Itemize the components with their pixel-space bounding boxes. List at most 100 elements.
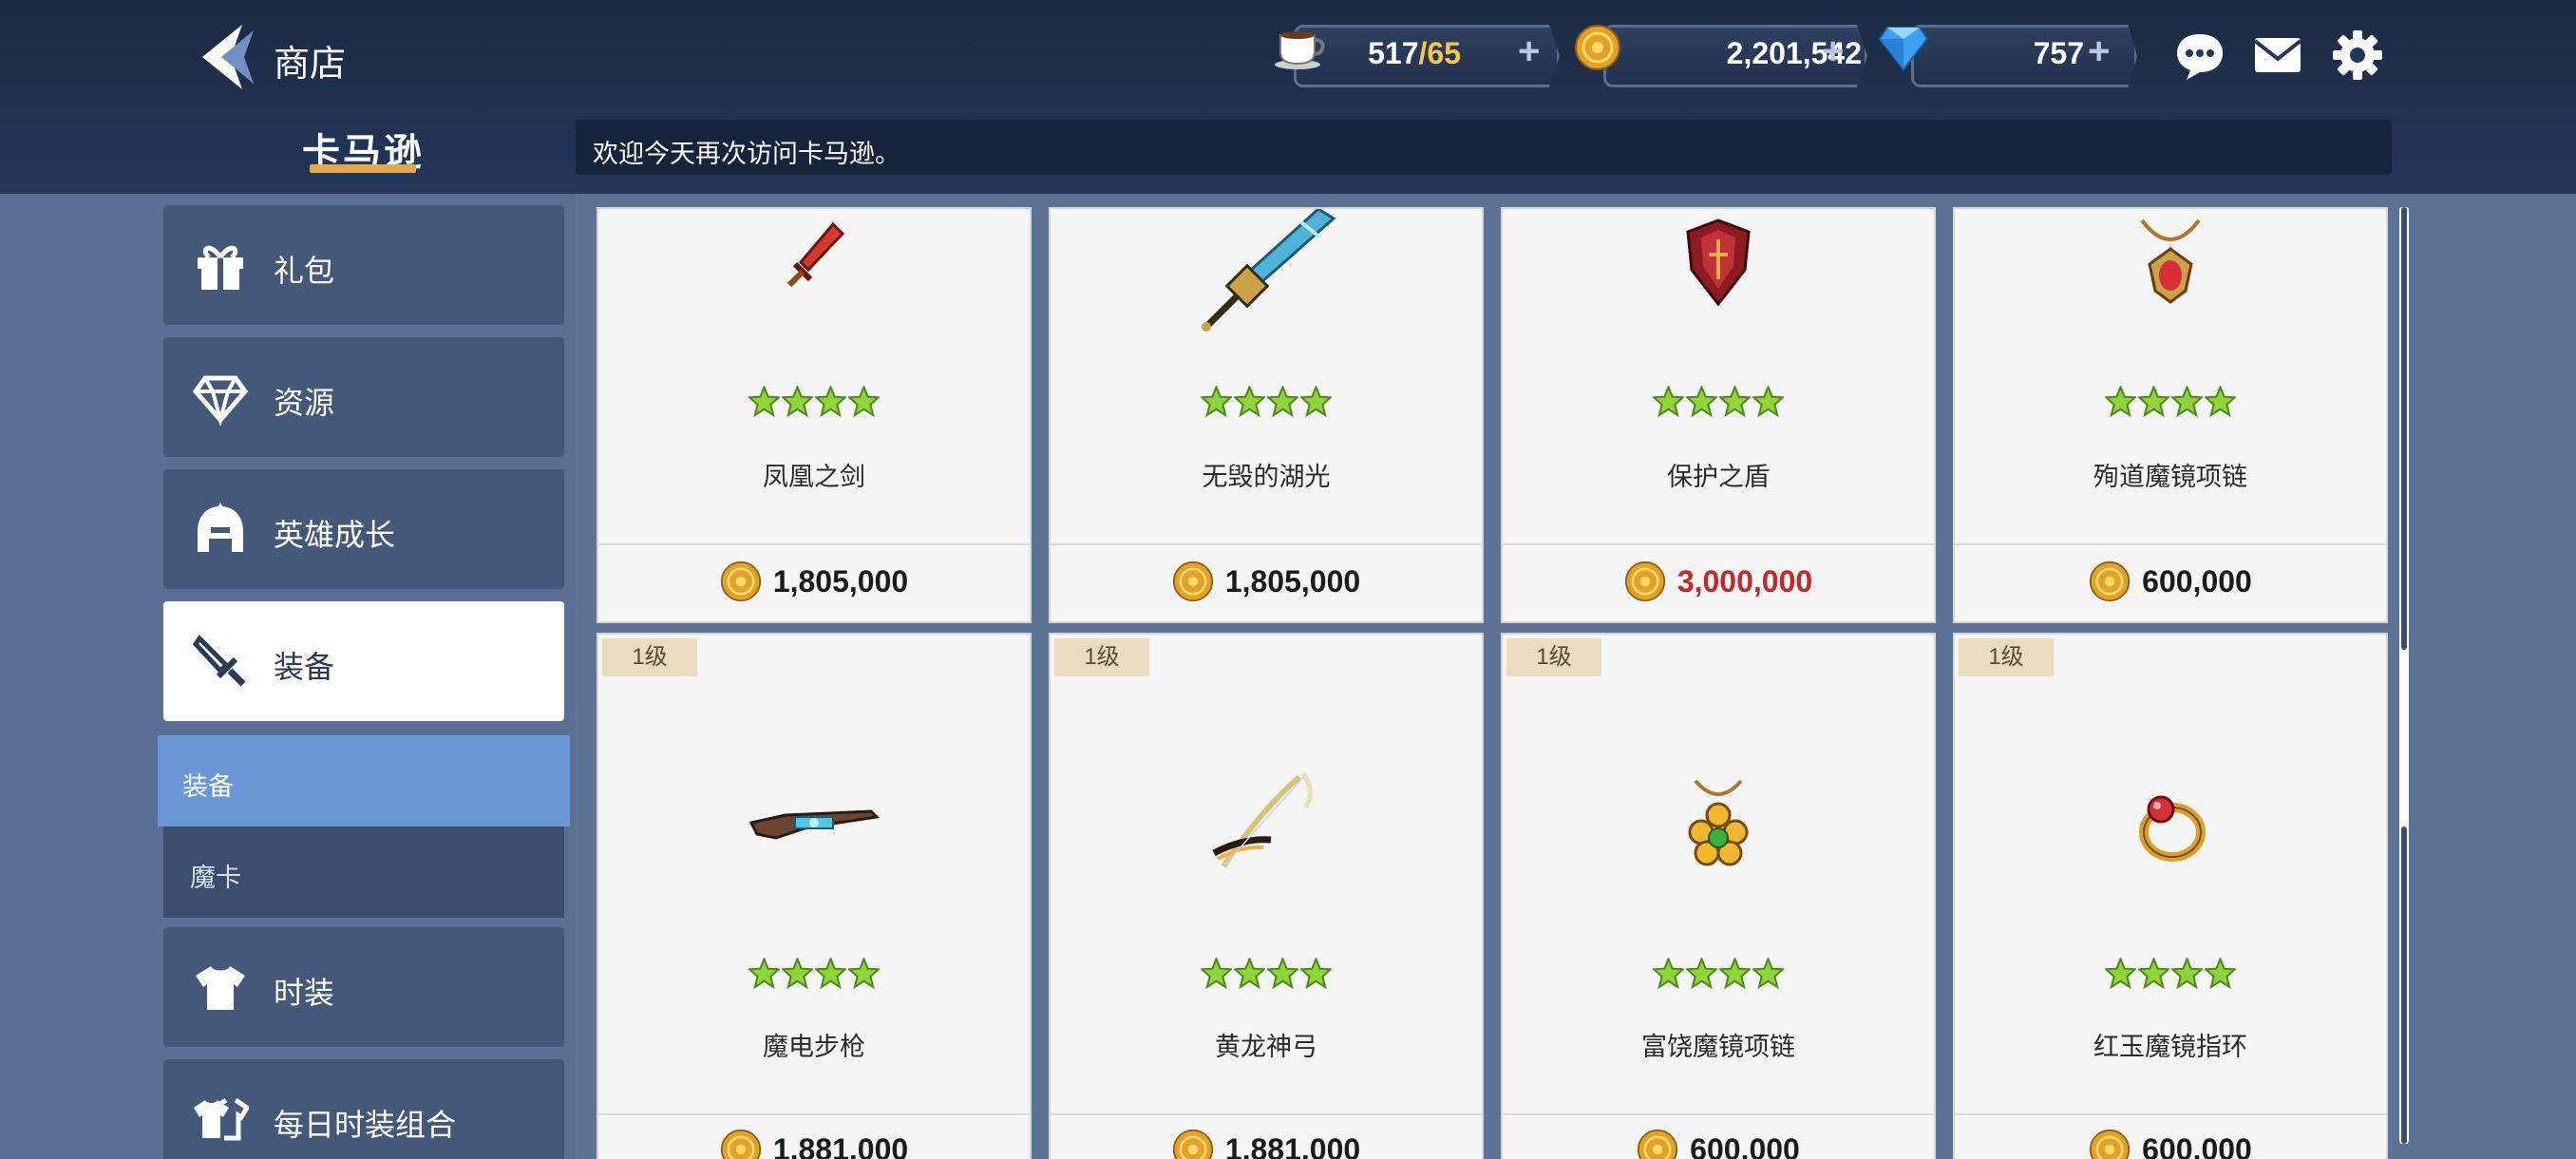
scrollbar-thumb-lower[interactable]	[2401, 826, 2407, 1144]
rarity-stars	[1503, 386, 1934, 417]
sidebar-item-daily-costume-bundle[interactable]: 每日时装组合	[163, 1059, 564, 1159]
gold-coin-icon	[1172, 1129, 1213, 1159]
star-icon	[782, 386, 813, 417]
card-divider	[1051, 1113, 1482, 1115]
welcome-message: 欢迎今天再次访问卡马逊。	[593, 140, 900, 168]
price-row: 600,000	[1503, 1129, 1934, 1159]
gold-add-button[interactable]: +	[1822, 30, 1844, 73]
product-price: 600,000	[2142, 563, 2252, 598]
gold-coin-icon	[2090, 1129, 2131, 1159]
rarity-stars	[1051, 386, 1482, 417]
chat-icon[interactable]	[2173, 28, 2226, 82]
subcategory-equipment[interactable]: 装备	[158, 735, 570, 826]
product-name: 魔电步枪	[763, 1033, 865, 1061]
star-icon	[1686, 958, 1717, 989]
star-icon	[1267, 958, 1298, 989]
sidebar-item-label: 英雄成长	[274, 518, 396, 552]
page-title: 商店	[274, 45, 347, 85]
price-row: 1,881,000	[1051, 1129, 1482, 1159]
category-sidebar: 礼包 资源 英雄成长 装备 装备 魔卡 时装 每日时装组合	[0, 194, 576, 1159]
product-card[interactable]: 1级 黄龙神弓 1,881,000	[1049, 633, 1484, 1159]
star-icon	[1653, 958, 1684, 989]
product-price: 600,000	[2142, 1131, 2252, 1159]
star-icon	[815, 386, 846, 417]
sidebar-item-resources[interactable]: 资源	[163, 337, 564, 457]
gold-coin-icon	[1638, 1129, 1678, 1159]
star-icon	[1201, 386, 1232, 417]
brand-underline	[310, 164, 416, 173]
gold-coin-icon	[2090, 560, 2131, 602]
product-name: 红玉魔镜指环	[2093, 1033, 2247, 1061]
star-icon	[1234, 386, 1265, 417]
price-row: 3,000,000	[1503, 560, 1934, 602]
sidebar-item-label: 资源	[274, 386, 335, 420]
top-bar: 商店 517/65 + 2,201,542 + 757 + 卡马逊 欢迎今天再次…	[0, 0, 2576, 194]
product-name: 富饶魔镜项链	[1641, 1033, 1795, 1061]
scrollbar-thumb[interactable]	[2401, 207, 2407, 650]
price-row: 1,805,000	[598, 560, 1030, 602]
product-card[interactable]: 保护之盾 3,000,000	[1501, 207, 1936, 623]
level-badge: 1级	[1054, 638, 1149, 676]
product-price: 1,881,000	[772, 1131, 909, 1159]
product-name: 黄龙神弓	[1215, 1033, 1317, 1061]
star-icon	[2138, 958, 2169, 989]
level-badge: 1级	[602, 638, 697, 676]
product-price: 3,000,000	[1676, 563, 1813, 598]
star-icon	[815, 958, 846, 989]
gem-add-button[interactable]: +	[2088, 30, 2110, 73]
sidebar-item-gift-pack[interactable]: 礼包	[163, 205, 564, 325]
welcome-message-bar: 欢迎今天再次访问卡马逊。	[576, 120, 2392, 175]
gold-coin-icon	[720, 1129, 761, 1159]
mail-icon[interactable]	[2251, 28, 2304, 82]
back-arrow-icon[interactable]	[195, 21, 261, 93]
star-icon	[2171, 958, 2203, 989]
product-card[interactable]: 凤凰之剑 1,805,000	[597, 207, 1032, 623]
product-card[interactable]: 1级 红玉魔镜指环 600,000	[1953, 633, 2388, 1159]
diamond-icon	[1875, 19, 1932, 76]
shirt-bundle-icon	[192, 1091, 251, 1148]
rarity-stars	[1955, 386, 2386, 417]
gem-value: 757	[2033, 36, 2084, 70]
star-icon	[2105, 958, 2136, 989]
card-divider	[1955, 1113, 2386, 1115]
shirt-icon	[192, 959, 249, 1016]
product-card[interactable]: 无毁的湖光 1,805,000	[1049, 207, 1484, 623]
star-icon	[1719, 386, 1751, 417]
star-icon	[1300, 958, 1332, 989]
star-icon	[2138, 386, 2169, 417]
sidebar-item-hero-growth[interactable]: 英雄成长	[163, 469, 564, 589]
star-icon	[1234, 958, 1265, 989]
subcategory-label: 装备	[182, 772, 234, 801]
settings-gear-icon[interactable]	[2331, 28, 2384, 82]
coffee-cup-icon	[1271, 19, 1328, 76]
gold-coin-icon	[1172, 560, 1213, 602]
product-price: 1,881,000	[1224, 1131, 1361, 1159]
rarity-stars	[598, 958, 1030, 989]
stamina-current: 517	[1368, 36, 1419, 70]
sidebar-item-equipment[interactable]: 装备	[163, 601, 564, 721]
product-price: 1,805,000	[1224, 563, 1361, 598]
gold-coin-icon	[1624, 560, 1665, 602]
protection-shield-icon	[1503, 217, 1934, 308]
gift-icon	[192, 237, 249, 294]
price-row: 600,000	[1955, 1129, 2386, 1159]
rarity-stars	[1051, 958, 1482, 989]
level-badge: 1级	[1506, 638, 1601, 676]
product-card[interactable]: 1级 魔电步枪 1,881,000	[597, 633, 1032, 1159]
diamond-outline-icon	[192, 369, 249, 428]
stamina-add-button[interactable]: +	[1518, 30, 1540, 73]
product-card[interactable]: 殉道魔镜项链 600,000	[1953, 207, 2388, 623]
rarity-stars	[1955, 958, 2386, 989]
star-icon	[848, 958, 880, 989]
ruby-mirror-ring-icon	[1955, 787, 2386, 863]
star-icon	[1686, 386, 1717, 417]
star-icon	[748, 386, 780, 417]
price-row: 1,805,000	[1051, 560, 1482, 602]
product-card[interactable]: 1级 富饶魔镜项链 600,000	[1501, 633, 1936, 1159]
sidebar-item-costume[interactable]: 时装	[163, 927, 564, 1047]
sword-icon	[192, 633, 249, 690]
product-price: 1,805,000	[772, 563, 909, 598]
star-icon	[782, 958, 813, 989]
subcategory-magic-card[interactable]: 魔卡	[163, 826, 564, 918]
stamina-max: /65	[1418, 36, 1461, 70]
